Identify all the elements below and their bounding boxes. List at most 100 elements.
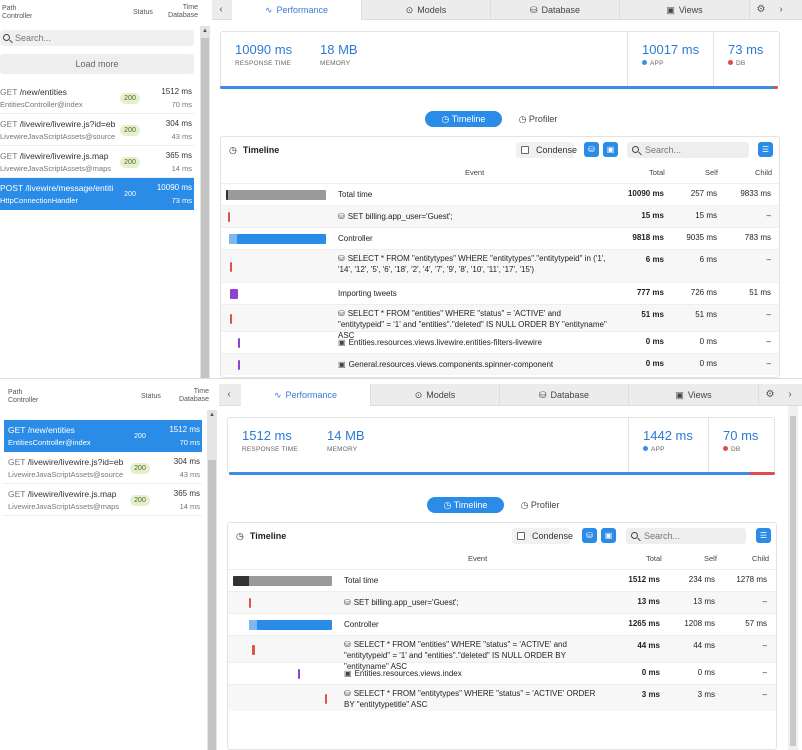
request-path-text: /livewire/livewire.js?id=eb xyxy=(19,119,115,129)
request-row[interactable]: GET /new/entities EntitiesController@inde… xyxy=(0,82,194,114)
timeline-row[interactable]: ⛁ SET billing.app_user='Guest'; 15 ms 15 ms… xyxy=(221,205,779,227)
event-column-header: Event xyxy=(468,554,488,563)
timeline-toggle-button[interactable]: ◷ Timeline xyxy=(427,497,504,513)
path-column-header: Path xyxy=(8,389,23,396)
tab-performance[interactable]: ∿ Performance xyxy=(241,384,371,406)
request-list-scrollbar[interactable]: ▲ xyxy=(207,410,217,750)
timeline-child: – xyxy=(762,690,767,699)
timeline-row[interactable]: ⛁ SET billing.app_user='Guest'; 13 ms 13 ms… xyxy=(228,591,776,613)
timeline-row[interactable]: Controller 9818 ms 9035 ms 783 ms xyxy=(221,227,779,249)
tab-models[interactable]: ⊙ Models xyxy=(371,384,500,406)
chevron-right-icon[interactable]: › xyxy=(781,384,799,406)
tab-models[interactable]: ⊙ Models xyxy=(362,0,491,20)
request-path: POST /livewire/message/entiti xyxy=(0,183,115,193)
request-method: POST xyxy=(0,183,26,193)
database-column-header: Database xyxy=(168,12,198,19)
request-method: GET xyxy=(0,87,20,97)
timeline-event-label: Total time xyxy=(338,190,373,199)
gear-icon[interactable]: ⚙ xyxy=(750,0,772,20)
chevron-left-icon[interactable]: ‹ xyxy=(219,384,239,406)
gear-icon[interactable]: ⚙ xyxy=(759,384,781,406)
request-controller: LivewireJavaScriptAssets@source xyxy=(8,470,124,479)
response-time-stat: 1512 ms RESPONSE TIME xyxy=(242,428,298,453)
request-path-text: /livewire/livewire.js.map xyxy=(19,151,109,161)
request-method: GET xyxy=(0,151,20,161)
timeline-row[interactable]: ▣ General.resources.views.components.spin… xyxy=(221,353,779,375)
timeline-row[interactable]: ⛁ SELECT * FROM "entities" WHERE "status"… xyxy=(221,304,779,340)
app-db-progress-bar xyxy=(220,86,778,89)
views-filter-button[interactable]: ▣ xyxy=(603,142,618,157)
timeline-search-input[interactable]: Search... xyxy=(626,528,746,544)
tab-performance[interactable]: ∿ Performance xyxy=(232,0,362,20)
timeline-row[interactable]: ⛁ SELECT * FROM "entities" WHERE "status"… xyxy=(228,635,776,671)
timeline-row[interactable]: Total time 10090 ms 257 ms 9833 ms xyxy=(221,183,779,205)
response-time-stat: 10090 ms RESPONSE TIME xyxy=(235,42,293,67)
request-path: GET /new/entities xyxy=(0,87,115,97)
request-list: Path Controller Status Time Database GET /… xyxy=(0,384,217,750)
database-filter-button[interactable]: ⛁ xyxy=(582,528,597,543)
timeline-self: 15 ms xyxy=(695,211,717,220)
db-icon: ⛁ xyxy=(338,309,345,318)
request-row[interactable]: POST /livewire/message/entiti HttpConnect… xyxy=(0,178,194,210)
timeline-self: 0 ms xyxy=(699,359,717,368)
app-stat: 1442 ms APP xyxy=(628,418,708,472)
debugbar-panel-2: Path Controller Status Time Database GET /… xyxy=(0,384,802,750)
condense-checkbox[interactable]: Condense xyxy=(516,142,577,158)
self-column-header: Self xyxy=(705,168,718,177)
chevron-right-icon[interactable]: › xyxy=(772,0,790,20)
timeline-row[interactable]: Importing tweets 777 ms 726 ms 51 ms xyxy=(221,282,779,304)
profiler-toggle-button[interactable]: ◷ Profiler xyxy=(510,497,570,513)
request-list-scrollbar[interactable]: ▲ xyxy=(200,26,210,378)
list-view-button[interactable]: ☰ xyxy=(758,142,773,157)
request-search-input[interactable]: Search... xyxy=(0,30,194,46)
tab-database[interactable]: ⛁ Database xyxy=(500,384,629,406)
search-icon xyxy=(632,146,639,153)
time-column-header: Time xyxy=(193,388,209,395)
request-row[interactable]: GET /new/entities EntitiesController@inde… xyxy=(4,420,202,452)
timeline-event: Controller xyxy=(344,619,604,630)
img-icon: ▣ xyxy=(338,360,346,369)
timeline-title: Timeline xyxy=(249,531,287,541)
timeline-self: 257 ms xyxy=(690,189,717,198)
tab-views[interactable]: ▣ Views xyxy=(620,0,750,20)
condense-checkbox[interactable]: Condense xyxy=(512,528,573,544)
request-row[interactable]: GET /livewire/livewire.js.map LivewireJav… xyxy=(0,146,194,178)
self-column-header: Self xyxy=(704,554,717,563)
list-view-button[interactable]: ☰ xyxy=(756,528,771,543)
details-panel: ‹ ∿ Performance ⊙ Models ⛁ Database ▣ Views … xyxy=(219,384,802,750)
timeline-self: 9035 ms xyxy=(686,233,717,242)
timeline-child: – xyxy=(766,337,771,346)
request-row[interactable]: GET /livewire/livewire.js.map LivewireJav… xyxy=(4,484,202,516)
timeline-row[interactable]: ▣ Entities.resources.views.index 0 ms 0 ms – xyxy=(228,662,776,684)
timeline-self: 0 ms xyxy=(697,668,715,677)
tab-views[interactable]: ▣ Views xyxy=(629,384,759,406)
request-time: 304 ms xyxy=(165,119,192,128)
load-more-button[interactable]: Load more xyxy=(0,54,194,74)
timeline-row[interactable]: ⛁ SELECT * FROM "entitytypes" WHERE "enti… xyxy=(221,249,779,282)
timeline-event-label: SET billing.app_user='Guest'; xyxy=(347,212,453,221)
timeline-row[interactable]: ▣ Entities.resources.views.livewire.entit… xyxy=(221,331,779,353)
timeline-row[interactable]: ⛁ SELECT * FROM "entitytypes" WHERE "stat… xyxy=(228,684,776,711)
timeline-row[interactable]: Controller 1265 ms 1208 ms 57 ms xyxy=(228,613,776,635)
search-icon xyxy=(3,34,10,41)
request-row[interactable]: GET /livewire/livewire.js?id=eb LivewireJ… xyxy=(0,114,194,146)
views-filter-button[interactable]: ▣ xyxy=(601,528,616,543)
timeline-event: ⛁ SELECT * FROM "entitytypes" WHERE "stat… xyxy=(344,688,604,710)
details-scrollbar[interactable] xyxy=(792,20,802,378)
timeline-total: 1265 ms xyxy=(628,619,660,628)
request-row[interactable]: GET /livewire/livewire.js?id=eb LivewireJ… xyxy=(4,452,202,484)
timeline-event: ⛁ SET billing.app_user='Guest'; xyxy=(338,211,608,222)
request-list: Path Controller Status Time Database Searc… xyxy=(0,0,210,378)
timeline-search-input[interactable]: Search... xyxy=(627,142,749,158)
database-icon: ⛁ xyxy=(538,390,547,400)
profiler-toggle-button[interactable]: ◷ Profiler xyxy=(508,111,568,127)
chevron-left-icon[interactable]: ‹ xyxy=(212,0,230,20)
database-filter-button[interactable]: ⛁ xyxy=(584,142,599,157)
details-scrollbar[interactable] xyxy=(788,406,798,750)
timeline-row[interactable]: Total time 1512 ms 234 ms 1278 ms xyxy=(228,569,776,591)
timeline-event-label: SELECT * FROM "entitytypes" WHERE "statu… xyxy=(344,689,596,709)
timeline-toggle-button[interactable]: ◷ Timeline xyxy=(425,111,502,127)
event-column-header: Event xyxy=(465,168,485,177)
timeline-self: 3 ms xyxy=(697,690,715,699)
tab-database[interactable]: ⛁ Database xyxy=(491,0,620,20)
